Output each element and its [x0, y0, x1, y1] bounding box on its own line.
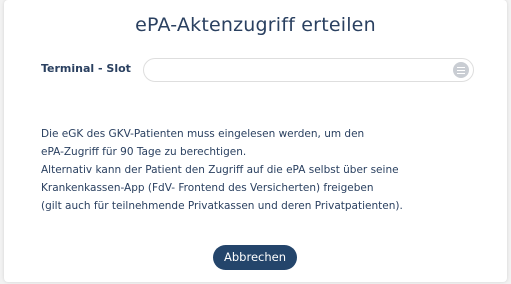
info-message-line: ePA-Zugriff für 90 Tage zu berechtigen. — [41, 146, 247, 158]
terminal-slot-select[interactable] — [143, 58, 474, 82]
info-message: Die eGK des GKV-Patienten muss eingelese… — [41, 125, 403, 215]
info-message-line: (gilt auch für teilnehmende Privatkassen… — [41, 200, 403, 212]
epa-access-dialog: ePA-Aktenzugriff erteilen Terminal - Slo… — [4, 0, 507, 282]
cancel-button[interactable]: Abbrechen — [213, 245, 297, 270]
menu-icon[interactable] — [453, 62, 469, 78]
dialog-title: ePA-Aktenzugriff erteilen — [135, 14, 376, 36]
info-message-line: Krankenkassen-App (FdV- Frontend des Ver… — [41, 182, 374, 194]
info-message-line: Die eGK des GKV-Patienten muss eingelese… — [41, 128, 365, 140]
info-message-line: Alternativ kann der Patient den Zugriff … — [41, 164, 399, 176]
terminal-slot-label: Terminal - Slot — [41, 62, 131, 75]
